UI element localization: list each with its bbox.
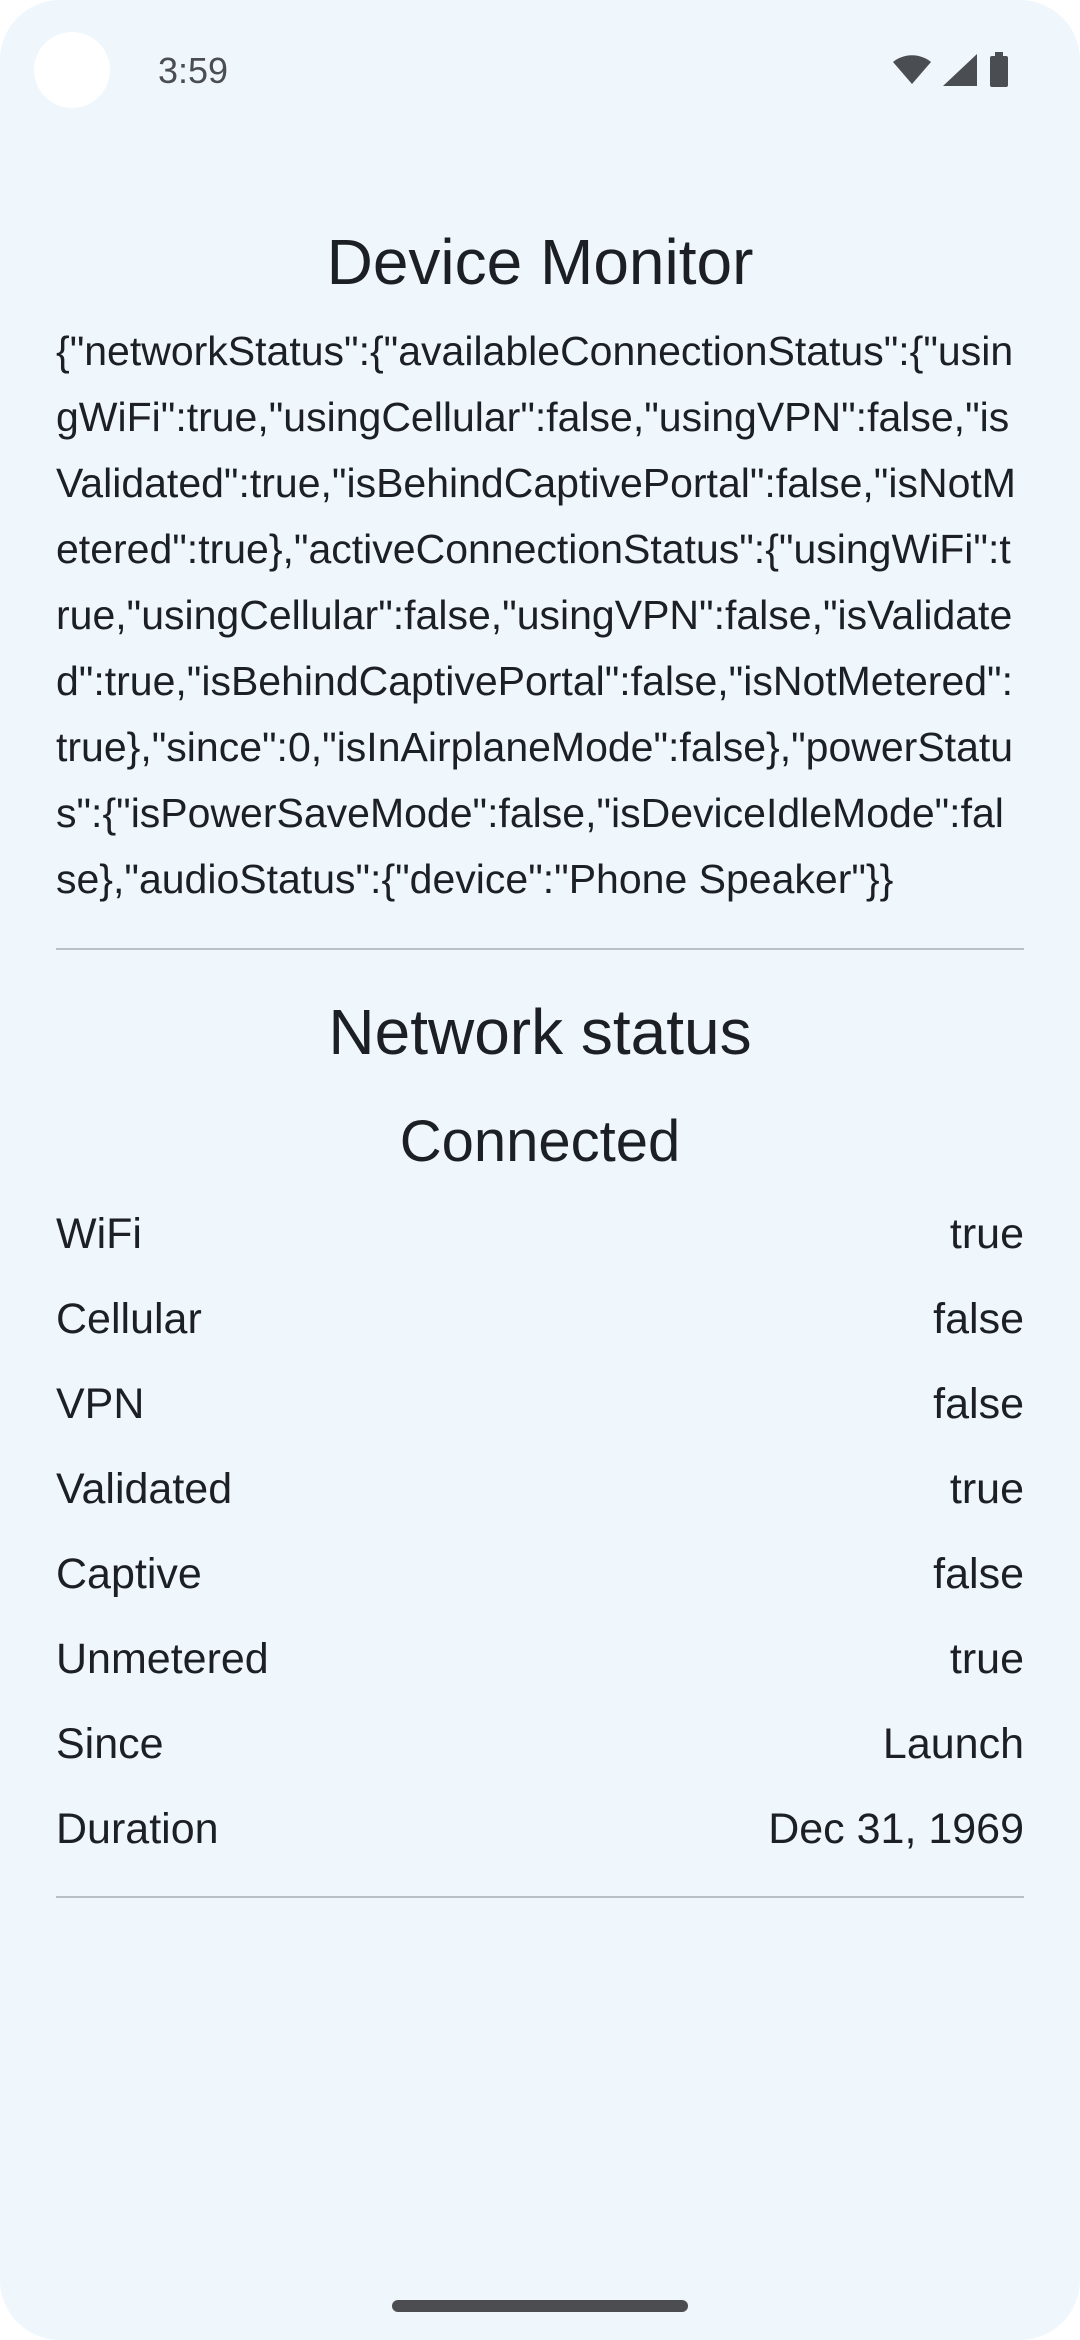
- row-label: Validated: [56, 1465, 233, 1513]
- row-value: Dec 31, 1969: [768, 1805, 1024, 1853]
- row-value: false: [933, 1550, 1024, 1598]
- row-value: true: [949, 1465, 1024, 1513]
- status-time: 3:59: [158, 50, 229, 91]
- main-content: Device Monitor {"networkStatus":{"availa…: [56, 218, 1024, 1898]
- status-row-vpn: VPN false: [56, 1362, 1024, 1447]
- status-row-cellular: Cellular false: [56, 1277, 1024, 1362]
- network-status-heading: Network status: [328, 996, 752, 1068]
- wifi-icon: [892, 54, 932, 86]
- row-value: true: [949, 1635, 1024, 1683]
- connection-state: Connected: [399, 1109, 681, 1174]
- row-label: Unmetered: [56, 1635, 269, 1683]
- status-json-text: {"networkStatus":{"availableConnectionSt…: [56, 328, 1016, 902]
- status-icons: [892, 52, 1010, 88]
- row-label: Captive: [56, 1550, 202, 1598]
- row-label: VPN: [56, 1380, 145, 1428]
- row-value: true: [949, 1210, 1024, 1258]
- status-row-duration: Duration Dec 31, 1969: [56, 1787, 1024, 1872]
- front-camera-cutout: [34, 32, 110, 108]
- row-label: Since: [56, 1720, 164, 1768]
- status-row-captive: Captive false: [56, 1532, 1024, 1617]
- home-gesture-bar[interactable]: [392, 2300, 688, 2312]
- network-status-list: WiFi true Cellular false VPN false Valid…: [56, 1192, 1024, 1872]
- status-row-wifi: WiFi true: [56, 1192, 1024, 1277]
- divider: [56, 1896, 1024, 1898]
- row-value: false: [933, 1380, 1024, 1428]
- row-value: false: [933, 1295, 1024, 1343]
- app-screen: 3:59 Device Monitor {"networkStatus":{"a…: [0, 0, 1080, 2340]
- battery-icon: [988, 52, 1010, 88]
- status-row-since: Since Launch: [56, 1702, 1024, 1787]
- cellular-signal-icon: [942, 53, 978, 87]
- status-row-unmetered: Unmetered true: [56, 1617, 1024, 1702]
- row-label: Cellular: [56, 1295, 202, 1343]
- row-label: Duration: [56, 1805, 219, 1853]
- row-label: WiFi: [56, 1210, 142, 1258]
- status-bar: 3:59: [0, 0, 1080, 140]
- row-value: Launch: [882, 1720, 1024, 1768]
- divider: [56, 948, 1024, 950]
- page-title: Device Monitor: [326, 226, 754, 298]
- status-row-validated: Validated true: [56, 1447, 1024, 1532]
